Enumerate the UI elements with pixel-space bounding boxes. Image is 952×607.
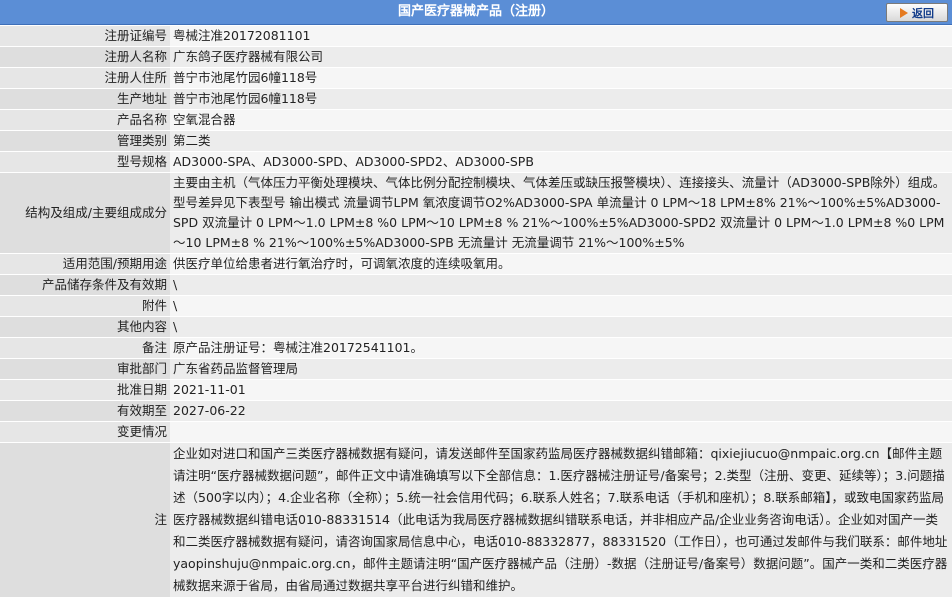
field-value [170, 422, 952, 442]
info-row: 结构及组成/主要组成成分 主要由主机（气体压力平衡处理模块、气体比例分配控制模块、… [0, 173, 952, 253]
page-title: 国产医疗器械产品（注册） [397, 4, 554, 19]
field-label: 管理类别 [0, 131, 170, 151]
field-value: AD3000-SPA、AD3000-SPD、AD3000-SPD2、AD3000… [170, 152, 952, 172]
product-info-table: 注册证编号 粤械注准20172081101 注册人名称 广东鸽子医疗器械有限公司 注册人… [0, 25, 952, 598]
back-button-label: 返回 [912, 6, 934, 20]
field-value: \ [170, 317, 952, 337]
note-label: 注 [0, 443, 170, 597]
info-row: 管理类别 第二类 [0, 131, 952, 151]
field-label: 注册人名称 [0, 47, 170, 67]
info-row: 其他内容 \ [0, 317, 952, 337]
field-value: 广东鸽子医疗器械有限公司 [170, 47, 952, 67]
field-value: 粤械注准20172081101 [170, 26, 952, 46]
field-label: 变更情况 [0, 422, 170, 442]
info-row: 注册证编号 粤械注准20172081101 [0, 26, 952, 46]
field-label: 注册人住所 [0, 68, 170, 88]
field-value: 第二类 [170, 131, 952, 151]
info-row: 审批部门 广东省药品监督管理局 [0, 359, 952, 379]
field-value: 普宁市池尾竹园6幢118号 [170, 68, 952, 88]
info-row: 变更情况 [0, 422, 952, 442]
field-label: 适用范围/预期用途 [0, 254, 170, 274]
field-label: 型号规格 [0, 152, 170, 172]
field-value: 普宁市池尾竹园6幢118号 [170, 89, 952, 109]
field-label: 生产地址 [0, 89, 170, 109]
field-label: 产品储存条件及有效期 [0, 275, 170, 295]
note-row: 注企业如对进口和国产三类医疗器械数据有疑问，请发送邮件至国家药监局医疗器械数据纠… [0, 443, 952, 597]
field-value: 供医疗单位给患者进行氧治疗时，可调氧浓度的连续吸氧用。 [170, 254, 952, 274]
info-row: 注册人住所 普宁市池尾竹园6幢118号 [0, 68, 952, 88]
field-value: 广东省药品监督管理局 [170, 359, 952, 379]
arrow-right-icon [900, 7, 908, 18]
field-value: 原产品注册证号：粤械注准20172541101。 [170, 338, 952, 358]
info-row: 生产地址 普宁市池尾竹园6幢118号 [0, 89, 952, 109]
info-row: 产品名称 空氧混合器 [0, 110, 952, 130]
info-row: 型号规格 AD3000-SPA、AD3000-SPD、AD3000-SPD2、AD… [0, 152, 952, 172]
field-value: \ [170, 296, 952, 316]
back-button[interactable]: 返回 [886, 3, 948, 22]
info-row: 备注 原产品注册证号：粤械注准20172541101。 [0, 338, 952, 358]
note-text: 企业如对进口和国产三类医疗器械数据有疑问，请发送邮件至国家药监局医疗器械数据纠错… [170, 443, 952, 597]
field-label: 备注 [0, 338, 170, 358]
field-label: 产品名称 [0, 110, 170, 130]
field-label: 其他内容 [0, 317, 170, 337]
info-row: 产品储存条件及有效期 \ [0, 275, 952, 295]
field-value: \ [170, 275, 952, 295]
info-row: 注册人名称 广东鸽子医疗器械有限公司 [0, 47, 952, 67]
field-label: 有效期至 [0, 401, 170, 421]
field-label: 批准日期 [0, 380, 170, 400]
field-value: 2027-06-22 [170, 401, 952, 421]
info-row: 适用范围/预期用途 供医疗单位给患者进行氧治疗时，可调氧浓度的连续吸氧用。 [0, 254, 952, 274]
info-row: 批准日期 2021-11-01 [0, 380, 952, 400]
field-label: 审批部门 [0, 359, 170, 379]
field-value: 2021-11-01 [170, 380, 952, 400]
field-label: 附件 [0, 296, 170, 316]
field-label: 注册证编号 [0, 26, 170, 46]
info-row: 附件 \ [0, 296, 952, 316]
info-row: 有效期至 2027-06-22 [0, 401, 952, 421]
field-value: 空氧混合器 [170, 110, 952, 130]
field-value: 主要由主机（气体压力平衡处理模块、气体比例分配控制模块、气体差压或缺压报警模块）… [170, 173, 952, 253]
field-label: 结构及组成/主要组成成分 [0, 173, 170, 253]
title-bar: 国产医疗器械产品（注册） 返回 [0, 0, 952, 25]
